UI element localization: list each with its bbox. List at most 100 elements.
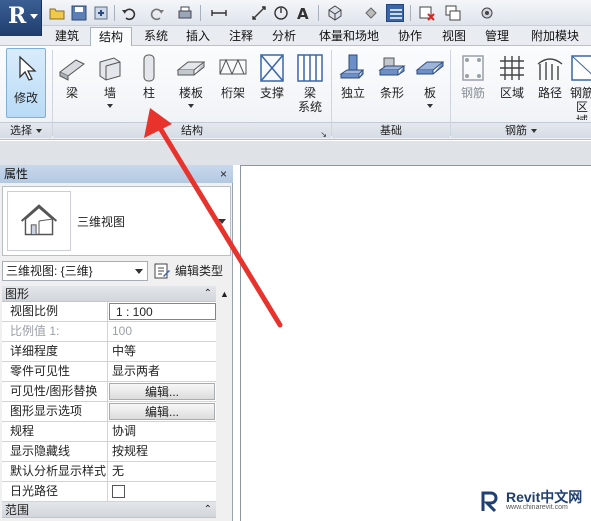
strip-foundation-button[interactable]: 条形: [374, 48, 410, 120]
scroll-up-icon[interactable]: ▲: [220, 289, 229, 299]
watermark-url: www.chinarevit.com: [506, 504, 568, 511]
sun-path-checkbox[interactable]: [112, 485, 125, 498]
collapse-icon[interactable]: ⌃: [204, 502, 212, 518]
floor-label: 楼板: [178, 86, 203, 100]
wall-icon: [99, 57, 121, 81]
tab-structure[interactable]: 结构: [90, 27, 132, 47]
property-row: 默认分析显示样式 无: [2, 462, 216, 482]
analysis-display-value[interactable]: 无: [108, 462, 216, 481]
detail-level-value[interactable]: 中等: [108, 342, 216, 361]
beam-system-label-2: 系统: [297, 100, 322, 114]
column-label: 柱: [142, 86, 155, 100]
isolated-foundation-button[interactable]: 独立: [334, 48, 372, 120]
truss-button[interactable]: 桁架: [214, 48, 252, 120]
column-icon: [143, 54, 155, 82]
tab-collaborate[interactable]: 协作: [392, 27, 428, 46]
close-icon[interactable]: ×: [220, 165, 227, 183]
graphic-display-edit-button[interactable]: 编辑...: [109, 403, 215, 420]
path-rebar-button[interactable]: 路径: [532, 48, 568, 120]
tab-architecture[interactable]: 建筑: [50, 27, 84, 46]
thin-lines-icon[interactable]: [386, 4, 404, 22]
application-menu-button[interactable]: R: [0, 0, 42, 36]
instance-filter-select[interactable]: 三维视图: {三维}: [2, 261, 148, 281]
properties-title-bar[interactable]: 属性 ×: [0, 165, 233, 183]
chevron-down-icon[interactable]: [218, 219, 226, 224]
3d-view-icon[interactable]: [326, 4, 344, 22]
text-icon[interactable]: A: [294, 4, 312, 23]
switch-windows-icon[interactable]: [444, 4, 462, 22]
ribbon-tabs: 建筑 结构 系统 插入 注释 分析 体量和场地 协作 视图 管理 附加模块: [0, 26, 591, 47]
tab-annotate[interactable]: 注释: [223, 27, 259, 46]
property-row: 可见性/图形替换 编辑...: [2, 382, 216, 402]
fabric-area-button[interactable]: 钢筋 区域: [568, 48, 591, 120]
tag-icon[interactable]: [272, 4, 290, 22]
undo-icon[interactable]: [120, 4, 138, 22]
measure-icon[interactable]: [210, 4, 228, 22]
properties-title: 属性: [4, 167, 29, 181]
print-icon[interactable]: [176, 4, 194, 22]
property-label: 零件可见性: [2, 362, 108, 381]
edit-type-button[interactable]: 编辑类型: [153, 261, 231, 281]
area-label: 区域: [499, 86, 524, 100]
view-scale-input[interactable]: 1 : 100: [109, 303, 216, 320]
save-icon[interactable]: [70, 4, 88, 22]
svg-text:A: A: [297, 5, 309, 22]
parts-visibility-value[interactable]: 显示两者: [108, 362, 216, 381]
group-extents[interactable]: 范围 ⌃: [2, 502, 216, 518]
type-name: 三维视图: [77, 215, 126, 229]
path-rebar-icon: [537, 58, 563, 80]
close-windows-icon[interactable]: [418, 4, 436, 22]
property-row: 零件可见性 显示两者: [2, 362, 216, 382]
property-value-cell: 编辑...: [108, 382, 216, 401]
properties-scrollbar[interactable]: ▲: [217, 286, 232, 521]
beam-label: 梁: [65, 86, 78, 100]
rebar-button[interactable]: 钢筋: [452, 48, 494, 120]
property-row: 规程 协调: [2, 422, 216, 442]
panel-select-bar[interactable]: 选择: [0, 122, 52, 138]
section-icon[interactable]: [362, 4, 380, 22]
property-label: 显示隐藏线: [2, 442, 108, 461]
panel-structure-bar: 结构 ↘: [53, 122, 331, 139]
tab-analyze[interactable]: 分析: [266, 27, 302, 46]
isolated-label: 独立: [340, 86, 365, 100]
instance-filter-value: 三维视图: {三维}: [6, 264, 93, 278]
beam-button[interactable]: 梁: [54, 48, 90, 120]
chevron-down-icon: [36, 129, 42, 134]
discipline-value[interactable]: 协调: [108, 422, 216, 441]
3d-house-icon: [20, 204, 58, 236]
sync-icon[interactable]: [92, 4, 110, 22]
modify-button[interactable]: 修改: [6, 48, 46, 118]
column-button[interactable]: 柱: [132, 48, 166, 120]
view-canvas[interactable]: [240, 165, 591, 521]
visibility-graphics-edit-button[interactable]: 编辑...: [109, 383, 215, 400]
hidden-lines-value[interactable]: 按规程: [108, 442, 216, 461]
floor-button[interactable]: 楼板: [170, 48, 212, 120]
collapse-icon[interactable]: ⌃: [204, 286, 212, 302]
type-selector[interactable]: 三维视图: [2, 186, 231, 256]
property-label: 视图比例: [2, 302, 108, 321]
tab-manage[interactable]: 管理: [479, 27, 515, 46]
tab-insert[interactable]: 插入: [180, 27, 216, 46]
beam-system-button[interactable]: 梁 系统: [292, 48, 328, 120]
slab-foundation-button[interactable]: 板: [412, 48, 448, 120]
open-icon[interactable]: [48, 4, 66, 22]
area-rebar-button[interactable]: 区域: [494, 48, 530, 120]
tab-view[interactable]: 视图: [436, 27, 472, 46]
brace-button[interactable]: 支撑: [254, 48, 290, 120]
property-row: 显示隐藏线 按规程: [2, 442, 216, 462]
settings-icon[interactable]: [478, 4, 496, 22]
tab-addins[interactable]: 附加模块: [525, 27, 585, 46]
redo-icon[interactable]: [148, 4, 166, 22]
tab-massing-site[interactable]: 体量和场地: [312, 27, 386, 46]
area-rebar-icon: [500, 56, 524, 80]
dimension-icon[interactable]: [250, 4, 268, 22]
beam-system-icon: [297, 54, 323, 82]
tab-systems[interactable]: 系统: [138, 27, 174, 46]
brace-icon: [260, 54, 284, 82]
property-label: 日光路径: [2, 482, 108, 501]
modify-label: 修改: [13, 91, 38, 105]
panel-foundation-bar: 基础: [332, 122, 450, 138]
panel-rebar-bar[interactable]: 钢筋: [451, 122, 591, 138]
wall-button[interactable]: 墙: [92, 48, 128, 120]
group-graphics[interactable]: 图形 ⌃: [2, 286, 216, 302]
